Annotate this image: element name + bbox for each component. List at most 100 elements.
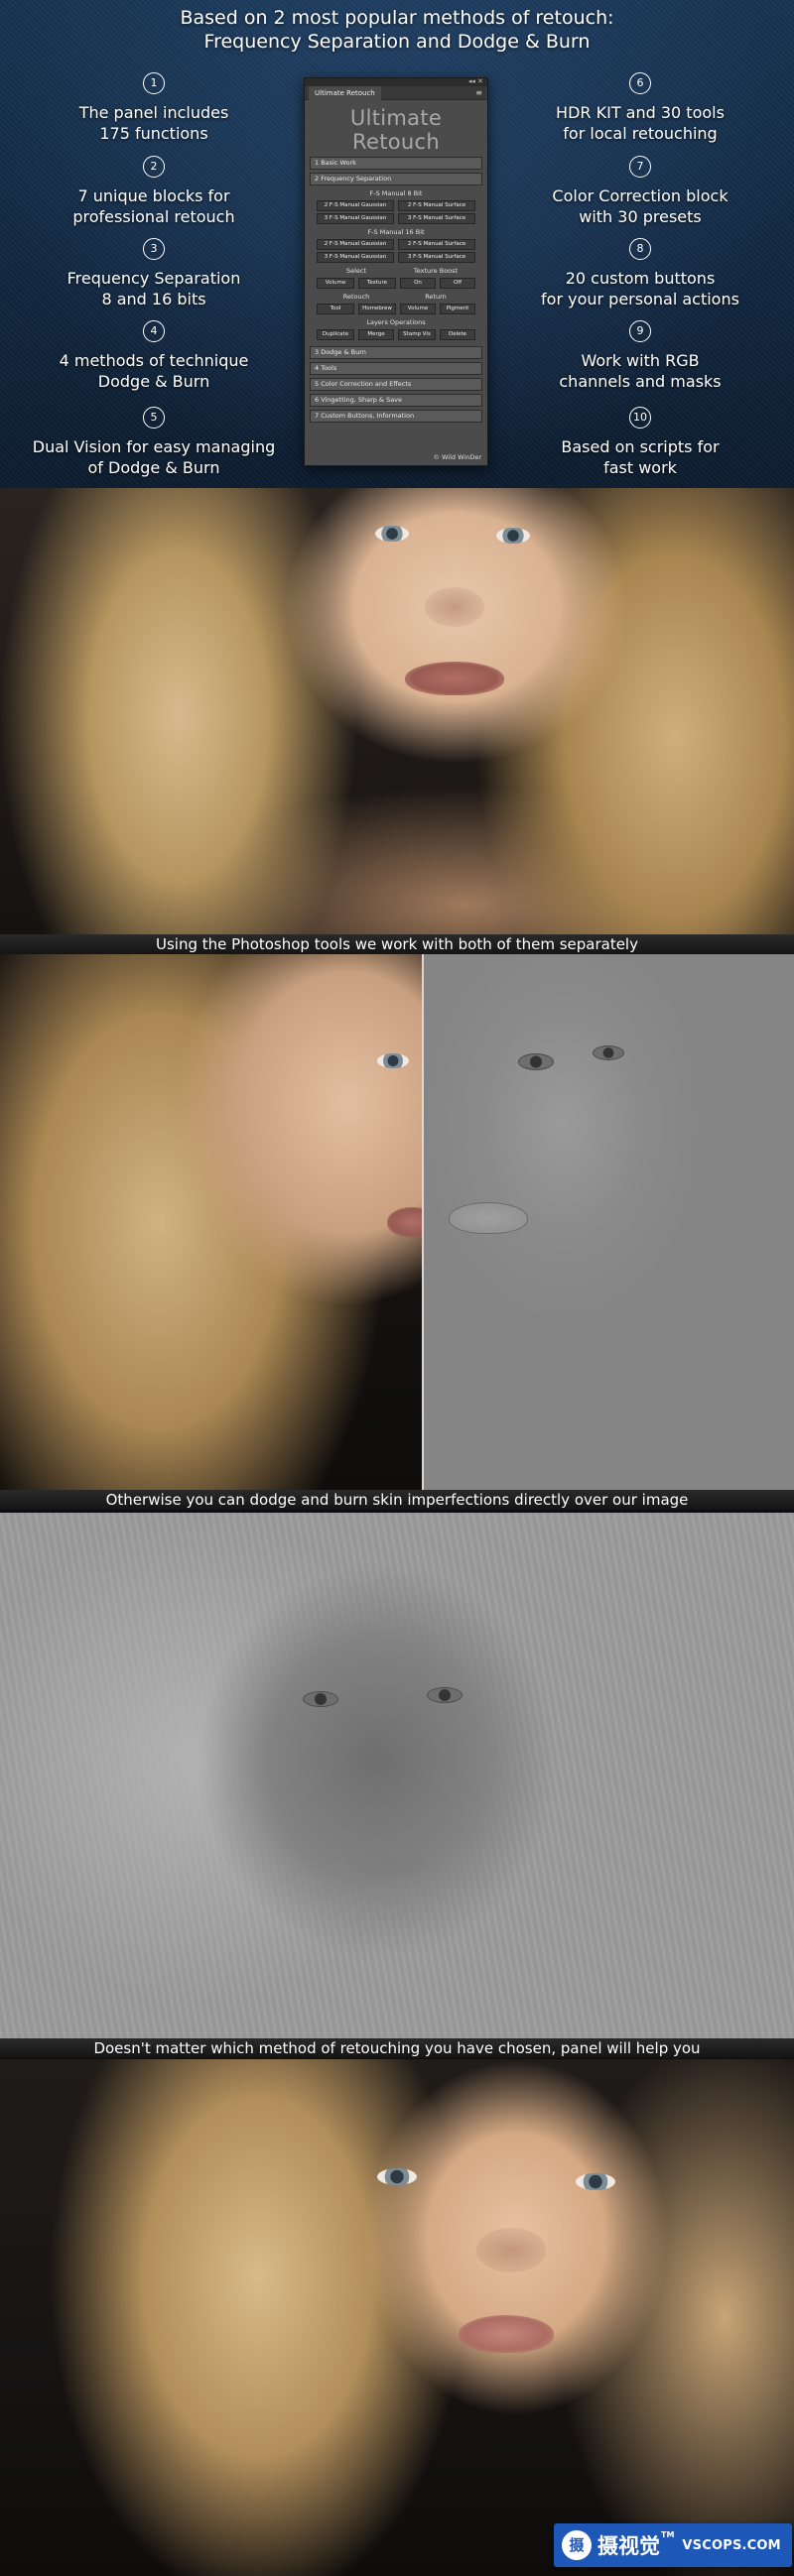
header-title-line2: Frequency Separation and Dodge & Burn — [203, 31, 591, 53]
eye-shape — [496, 528, 530, 544]
block-custom-buttons[interactable]: 7 Custom Buttons, Information — [310, 410, 482, 423]
eye-shape — [427, 1687, 463, 1703]
return-volume-button[interactable]: Volume — [400, 304, 436, 314]
watermark-tm: TM — [661, 2530, 675, 2539]
panel-window-controls[interactable]: ◂◂ ✕ — [468, 77, 483, 85]
fs8-row-2: 3 F-S Manual Gaussian 3 F-S Manual Surfa… — [305, 213, 487, 224]
fs16-row-1: 2 F-S Manual Gaussian 2 F-S Manual Surfa… — [305, 239, 487, 250]
feature-8: 8 20 custom buttons for your personal act… — [506, 238, 774, 309]
delete-button[interactable]: Delete — [440, 329, 475, 340]
caption-1: Using the Photoshop tools we work with b… — [0, 934, 794, 954]
feature-text-line: with 30 presets — [579, 207, 702, 226]
panel-logo: Ultimate Retouch — [349, 106, 443, 154]
feature-number-badge: 8 — [629, 238, 651, 260]
feature-number-badge: 2 — [143, 156, 165, 178]
eye-shape — [377, 2168, 417, 2185]
nose-shape — [476, 2228, 546, 2272]
fs8-button[interactable]: 3 F-S Manual Gaussian — [317, 213, 394, 224]
block-vignetting[interactable]: 6 Vingetting, Sharp & Save — [310, 394, 482, 407]
texture-boost-off-button[interactable]: Off — [440, 278, 475, 289]
feature-text-line: Work with RGB — [581, 351, 700, 370]
fs16-button[interactable]: 3 F-S Manual Gaussian — [317, 252, 394, 263]
feature-2: 2 7 unique blocks for professional retouc… — [20, 156, 288, 227]
caption-2: Otherwise you can dodge and burn skin im… — [0, 1490, 794, 1510]
retouch-homebrew-button[interactable]: Homebrew — [358, 304, 396, 314]
feature-text: The panel includes 175 functions — [20, 102, 288, 144]
feature-text: Dual Vision for easy managing of Dodge & … — [20, 436, 288, 478]
feature-text-line: for your personal actions — [541, 290, 739, 308]
eye-shape — [375, 526, 409, 542]
feature-text-line: Color Correction block — [552, 186, 728, 205]
fs16-label: F-S Manual 16 Bit — [367, 228, 425, 236]
block-tools[interactable]: 4 Tools — [310, 362, 482, 375]
header-title-line1: Based on 2 most popular methods of retou… — [180, 7, 614, 29]
stamp-vis-button[interactable]: Stamp Vis — [398, 329, 436, 340]
eye-shape — [593, 1045, 624, 1060]
panel-tab-ultimate-retouch[interactable]: Ultimate Retouch — [309, 86, 381, 100]
nose-shape — [425, 587, 484, 627]
eye-shape — [303, 1691, 338, 1707]
header-banner: Based on 2 most popular methods of retou… — [0, 0, 794, 488]
block-frequency-separation[interactable]: 2 Frequency Separation — [310, 173, 482, 185]
caption-3: Doesn't matter which method of retouchin… — [0, 2038, 794, 2058]
feature-1: 1 The panel includes 175 functions — [20, 72, 288, 144]
panel-copyright: © Wild WinDer — [433, 453, 481, 461]
watermark-logo-icon: 摄 — [562, 2530, 592, 2560]
texture-boost-on-button[interactable]: On — [400, 278, 436, 289]
feature-text-line: Frequency Separation — [66, 269, 241, 288]
feature-text: Based on scripts for fast work — [506, 436, 774, 478]
fs8-button[interactable]: 2 F-S Manual Gaussian — [317, 200, 394, 211]
layers-buttons-row: Duplicate Merge Stamp Vis Delete — [305, 329, 487, 340]
feature-number-badge: 6 — [629, 72, 651, 94]
duplicate-button[interactable]: Duplicate — [317, 329, 354, 340]
feature-text-line: 20 custom buttons — [565, 269, 716, 288]
feature-number-badge: 1 — [143, 72, 165, 94]
select-label: Select — [345, 267, 367, 275]
block-basic-work[interactable]: 1 Basic Work — [310, 157, 482, 170]
retouch-buttons-row: Tool Homebrew Volume Pigment — [305, 304, 487, 314]
ultimate-retouch-panel: ◂◂ ✕ Ultimate Retouch ≡ Ultimate Retouch… — [304, 77, 488, 466]
merge-button[interactable]: Merge — [358, 329, 394, 340]
feature-text-line: Based on scripts for — [561, 437, 720, 456]
fs16-button[interactable]: 3 F-S Manual Surface — [398, 252, 475, 263]
lips-shape — [405, 662, 504, 695]
fs16-button[interactable]: 2 F-S Manual Gaussian — [317, 239, 394, 250]
feature-text-line: 4 methods of technique — [59, 351, 249, 370]
select-volume-button[interactable]: Volume — [317, 278, 354, 289]
split-photo-color-half — [0, 954, 437, 1490]
feature-text-line: 8 and 16 bits — [101, 290, 206, 308]
eye-shape — [377, 1053, 409, 1068]
feature-text: Frequency Separation 8 and 16 bits — [20, 268, 288, 309]
watermark-url: VSCOPS.COM — [682, 2537, 781, 2553]
feature-number-badge: 9 — [629, 320, 651, 342]
fs16-button[interactable]: 2 F-S Manual Surface — [398, 239, 475, 250]
return-pigment-button[interactable]: Pigment — [440, 304, 475, 314]
feature-text-line: professional retouch — [72, 207, 235, 226]
dodge-burn-grey-photo — [0, 1513, 794, 2038]
block-dodge-burn[interactable]: 3 Dodge & Burn — [310, 346, 482, 359]
watermark-cn: 摄视觉 — [597, 2534, 660, 2558]
select-buttons-row: Volume Texture On Off — [305, 278, 487, 289]
feature-number-badge: 5 — [143, 407, 165, 429]
feature-text-line: Dodge & Burn — [97, 372, 210, 391]
feature-text: HDR KIT and 30 tools for local retouching — [506, 102, 774, 144]
feature-text: Color Correction block with 30 presets — [506, 185, 774, 227]
feature-4: 4 4 methods of technique Dodge & Burn — [20, 320, 288, 392]
fs8-button[interactable]: 2 F-S Manual Surface — [398, 200, 475, 211]
layers-operations-label: Layers Operations — [366, 318, 426, 326]
watermark-badge: 摄 摄视觉TM VSCOPS.COM — [554, 2523, 792, 2567]
retouch-tool-button[interactable]: Tool — [317, 304, 354, 314]
fs8-button[interactable]: 3 F-S Manual Surface — [398, 213, 475, 224]
select-texture-button[interactable]: Texture — [358, 278, 396, 289]
feature-text-line: of Dodge & Burn — [87, 458, 220, 477]
retouch-return-labels: Retouch Return — [305, 293, 487, 302]
fs8-row-1: 2 F-S Manual Gaussian 2 F-S Manual Surfa… — [305, 200, 487, 211]
panel-menu-icon[interactable]: ≡ — [475, 86, 482, 100]
block-color-correction[interactable]: 5 Color Correction and Effects — [310, 378, 482, 391]
portrait-photo-before — [0, 488, 794, 934]
feature-number-badge: 4 — [143, 320, 165, 342]
split-frequency-photo — [0, 954, 794, 1490]
lips-shape — [347, 1850, 427, 1878]
feature-text-line: fast work — [603, 458, 677, 477]
texture-boost-label: Texture Boost — [413, 267, 459, 275]
